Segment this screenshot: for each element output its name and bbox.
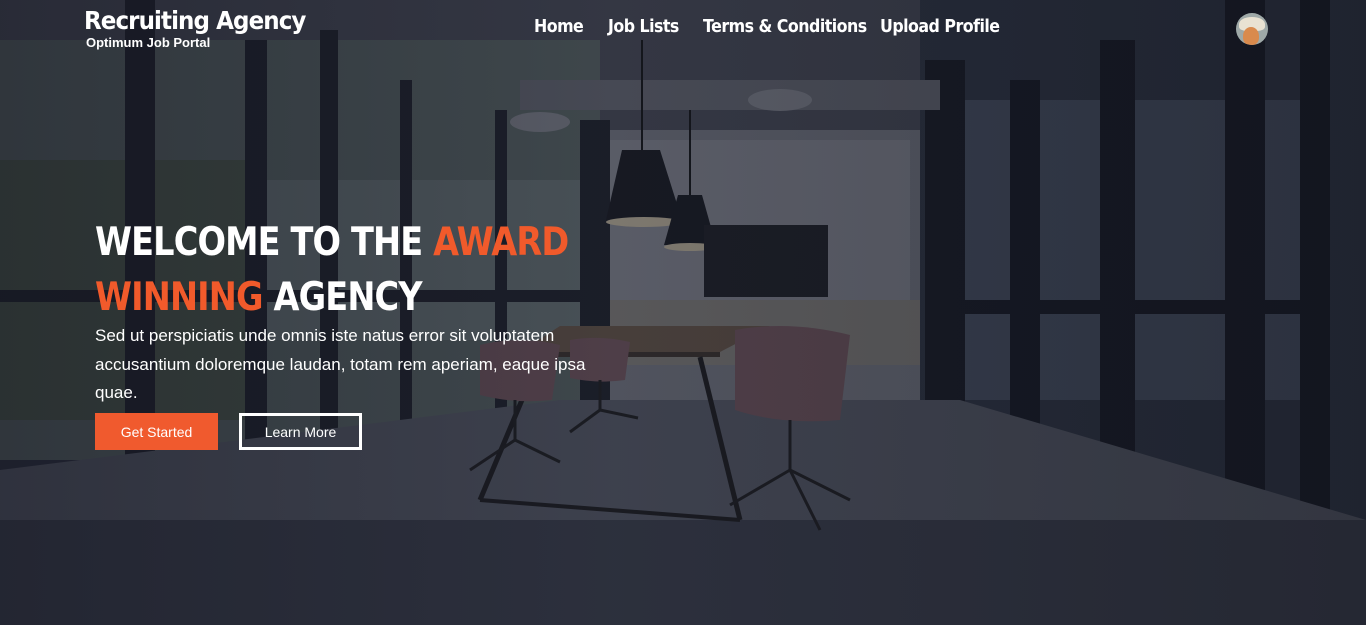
- brand-logo[interactable]: Recruiting Agency Optimum Job Portal: [84, 6, 325, 50]
- hero-title: WELCOME TO THE AWARD WINNING AGENCY: [95, 215, 611, 325]
- nav-item-terms-conditions[interactable]: Terms & Conditions: [703, 16, 867, 37]
- hero-title-part1: WELCOME TO THE: [95, 220, 434, 265]
- brand-subtitle: Optimum Job Portal: [86, 35, 211, 50]
- nav-item-home[interactable]: Home: [534, 16, 584, 37]
- nav-item-upload-profile[interactable]: Upload Profile: [880, 16, 1000, 37]
- hero-title-part2: AGENCY: [262, 275, 422, 320]
- learn-more-button[interactable]: Learn More: [239, 413, 362, 450]
- avatar-face: [1243, 27, 1259, 45]
- hero-section: WELCOME TO THE AWARD WINNING AGENCY Sed …: [95, 215, 615, 450]
- hero-buttons: Get Started Learn More: [95, 413, 362, 450]
- user-avatar-icon[interactable]: [1236, 13, 1268, 45]
- hero-description: Sed ut perspiciatis unde omnis iste natu…: [95, 326, 586, 402]
- brand-title[interactable]: Recruiting Agency: [84, 6, 306, 35]
- nav-item-job-lists[interactable]: Job Lists: [608, 16, 679, 37]
- get-started-button[interactable]: Get Started: [95, 413, 218, 450]
- landing-page: Recruiting Agency Optimum Job Portal Hom…: [0, 0, 1366, 625]
